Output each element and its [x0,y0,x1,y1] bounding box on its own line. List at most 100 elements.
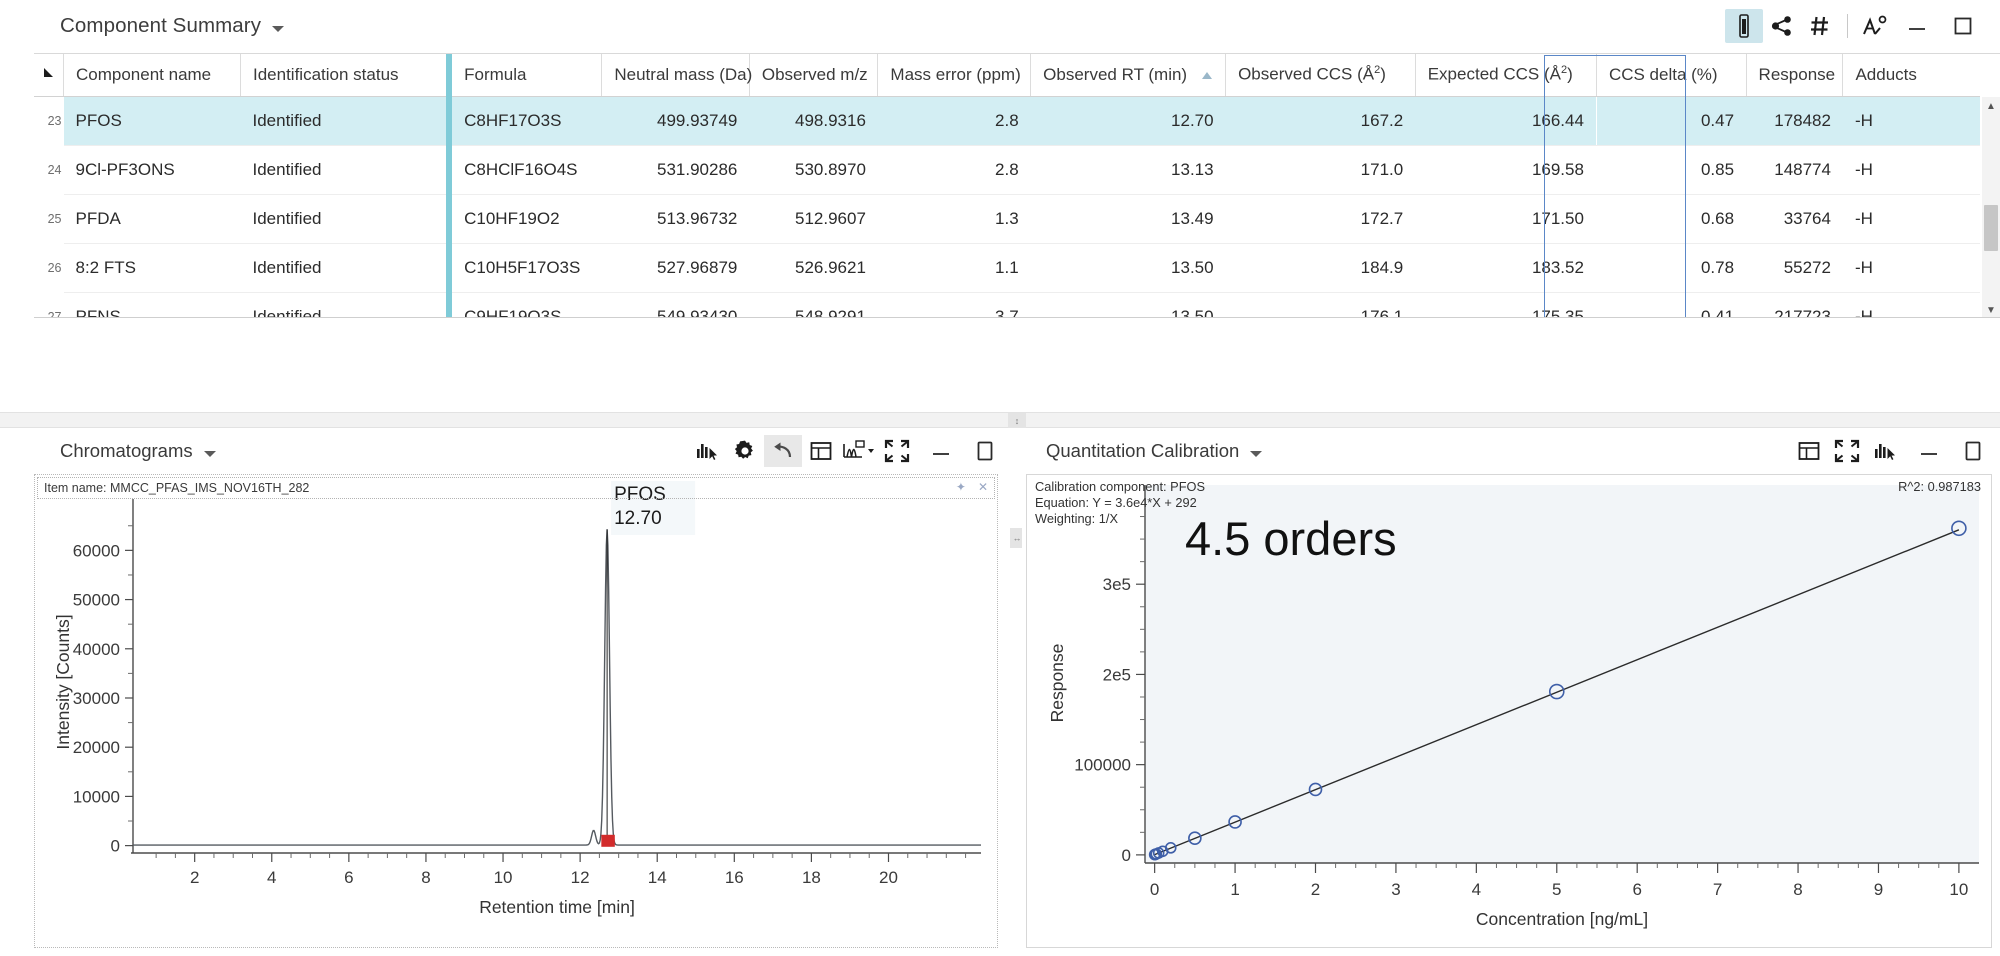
cell-adducts[interactable]: -H [1842,96,1980,146]
column-header-formula[interactable]: Formula [446,54,603,97]
cell-component-name[interactable]: PFDA [63,194,241,244]
column-header-mass-error[interactable]: Mass error (ppm) [877,54,1032,97]
cell-component-name[interactable]: PFNS [63,292,241,317]
chart-type-icon[interactable] [840,435,878,467]
share-nodes-icon[interactable] [1763,9,1801,43]
cell-observed-rt[interactable]: 13.13 [1030,145,1226,195]
peak-pick-icon[interactable] [1866,435,1904,467]
cell-response[interactable]: 217723 [1746,292,1843,317]
horizontal-splitter[interactable]: ↕ [0,412,2000,429]
cell-observed-mz[interactable]: 498.9316 [749,96,878,146]
calibration-chart[interactable]: 0 100000 2e5 3e5 0 1 2 3 4 5 6 7 8 9 10 4.5 orders Conce… [1027,475,1993,943]
cell-ccs-delta[interactable]: 0.47 [1595,96,1747,146]
scrollbar-thumb[interactable] [1984,205,1998,251]
cell-formula[interactable]: C8HClF16O4S [446,145,602,195]
table-row[interactable]: 23 PFOS Identified C8HF17O3S 499.93749 498.93… [34,96,1980,146]
cell-formula[interactable]: C10HF19O2 [446,194,602,244]
cell-formula[interactable]: C8HF17O3S [446,96,602,146]
column-header-observed-ccs[interactable]: Observed CCS (Å2) [1225,54,1416,97]
cell-response[interactable]: 55272 [1746,243,1843,293]
cell-expected-ccs[interactable]: 175.35 [1415,292,1597,317]
cell-identification-status[interactable]: Identified [240,292,450,317]
pin-icon[interactable]: ✦ [956,480,966,494]
cell-observed-ccs[interactable]: 171.0 [1225,145,1416,195]
scroll-up-arrow[interactable]: ▲ [1982,97,2000,115]
table-row[interactable]: 25 PFDA Identified C10HF19O2 513.96732 512.96… [34,194,1980,244]
cell-response[interactable]: 178482 [1746,96,1843,146]
undo-icon[interactable] [764,435,802,467]
cell-identification-status[interactable]: Identified [240,243,450,293]
cell-response[interactable]: 33764 [1746,194,1843,244]
cell-mass-error[interactable]: 2.8 [877,96,1031,146]
column-header-observed-rt[interactable]: Observed RT (min) [1030,54,1227,97]
cell-neutral-mass[interactable]: 549.93430 [601,292,750,317]
cell-observed-ccs[interactable]: 184.9 [1225,243,1416,293]
cell-mass-error[interactable]: 1.1 [877,243,1031,293]
cell-observed-mz[interactable]: 530.8970 [749,145,878,195]
cell-expected-ccs[interactable]: 166.44 [1415,96,1597,146]
peak-pick-icon[interactable] [688,435,726,467]
minimize-button[interactable] [1894,9,1940,43]
splitter-grip[interactable]: ↕ [1008,413,1026,429]
cell-neutral-mass[interactable]: 527.96879 [601,243,750,293]
column-header-component-name[interactable]: Component name [63,54,241,97]
gear-icon[interactable] [726,435,764,467]
column-header-observed-mz[interactable]: Observed m/z [749,54,879,97]
grid-vertical-scrollbar[interactable]: ▲ ▼ [1982,97,2000,317]
cell-adducts[interactable]: -H [1842,194,1980,244]
maximize-button[interactable] [1954,435,1992,467]
column-header-identification-status[interactable]: Identification status [240,54,450,97]
column-header-expected-ccs[interactable]: Expected CCS (Å2) [1415,54,1597,97]
cell-neutral-mass[interactable]: 499.93749 [601,96,750,146]
calibration-plot-frame[interactable]: Calibration component: PFOS Equation: Y … [1026,474,1992,948]
cell-component-name[interactable]: PFOS [63,96,241,146]
cell-observed-rt[interactable]: 13.49 [1030,194,1226,244]
cell-adducts[interactable]: -H [1842,243,1980,293]
layout-grid-icon[interactable] [1790,435,1828,467]
select-all-marker[interactable] [34,54,64,97]
component-summary-grid[interactable]: Component name Identification status For… [34,53,2000,318]
cell-neutral-mass[interactable]: 531.90286 [601,145,750,195]
cell-adducts[interactable]: -H [1842,145,1980,195]
table-row[interactable]: 26 8:2 FTS Identified C10H5F17O3S 527.96879 5… [34,243,1980,293]
chevron-down-icon[interactable] [1250,451,1263,457]
maximize-button[interactable] [966,435,1004,467]
cell-ccs-delta[interactable]: 0.41 [1595,292,1747,317]
cell-formula[interactable]: C10H5F17O3S [446,243,602,293]
cell-identification-status[interactable]: Identified [240,96,450,146]
cell-formula[interactable]: C9HF19O3S [446,292,602,317]
cell-component-name[interactable]: 8:2 FTS [63,243,241,293]
cell-observed-rt[interactable]: 12.70 [1030,96,1226,146]
cell-expected-ccs[interactable]: 183.52 [1415,243,1597,293]
layout-grid-icon[interactable] [802,435,840,467]
chevron-down-icon[interactable] [272,26,285,32]
close-icon[interactable]: ✕ [978,480,988,494]
minimize-button[interactable] [916,435,966,467]
cell-identification-status[interactable]: Identified [240,145,450,195]
chevron-down-icon[interactable] [203,451,216,457]
cell-ccs-delta[interactable]: 0.78 [1595,243,1747,293]
cell-mass-error[interactable]: 1.3 [877,194,1031,244]
cell-adducts[interactable]: -H [1842,292,1980,317]
table-row[interactable]: 24 9Cl-PF3ONS Identified C8HClF16O4S 531.902… [34,145,1980,195]
cell-response[interactable]: 148774 [1746,145,1843,195]
cell-observed-ccs[interactable]: 176.1 [1225,292,1416,317]
cell-identification-status[interactable]: Identified [240,194,450,244]
column-header-response[interactable]: Response [1746,54,1844,97]
chromatogram-plot-frame[interactable]: Item name: MMCC_PFAS_IMS_NOV16TH_282 ✦ ✕… [34,474,998,948]
chromatogram-chart[interactable]: 0 10000 20000 30000 40000 50000 60000 2 4 6 8 10 12 1… [35,475,997,921]
fullscreen-icon[interactable] [878,435,916,467]
hash-icon[interactable] [1801,9,1839,43]
column-header-neutral-mass[interactable]: Neutral mass (Da) [601,54,752,97]
minimize-button[interactable] [1904,435,1954,467]
cell-observed-mz[interactable]: 512.9607 [749,194,878,244]
fullscreen-icon[interactable] [1828,435,1866,467]
cell-neutral-mass[interactable]: 513.96732 [601,194,750,244]
table-row[interactable]: 27 PFNS Identified C9HF19O3S 549.93430 548.92… [34,292,1980,317]
vial-icon[interactable] [1725,9,1763,43]
cell-observed-rt[interactable]: 13.50 [1030,243,1226,293]
column-header-adducts[interactable]: Adducts [1842,54,1980,97]
cell-observed-mz[interactable]: 548.9291 [749,292,878,317]
maximize-button[interactable] [1940,9,1986,43]
cell-observed-ccs[interactable]: 167.2 [1225,96,1416,146]
